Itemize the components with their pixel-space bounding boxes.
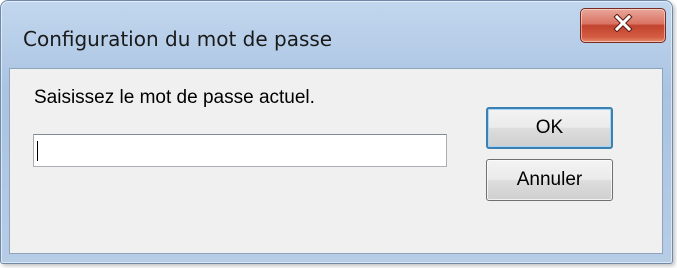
ok-button[interactable]: OK bbox=[486, 107, 613, 149]
text-caret bbox=[37, 141, 38, 161]
cancel-button[interactable]: Annuler bbox=[486, 159, 613, 201]
close-x-icon bbox=[613, 13, 633, 37]
close-button[interactable] bbox=[580, 8, 666, 43]
window-title: Configuration du mot de passe bbox=[23, 27, 333, 51]
password-dialog-window: Configuration du mot de passe Saisissez … bbox=[0, 0, 673, 264]
dialog-body: Saisissez le mot de passe actuel. OK Ann… bbox=[9, 68, 663, 254]
title-bar[interactable]: Configuration du mot de passe bbox=[1, 1, 672, 67]
password-input[interactable] bbox=[33, 134, 447, 167]
password-prompt-label: Saisissez le mot de passe actuel. bbox=[34, 87, 315, 108]
